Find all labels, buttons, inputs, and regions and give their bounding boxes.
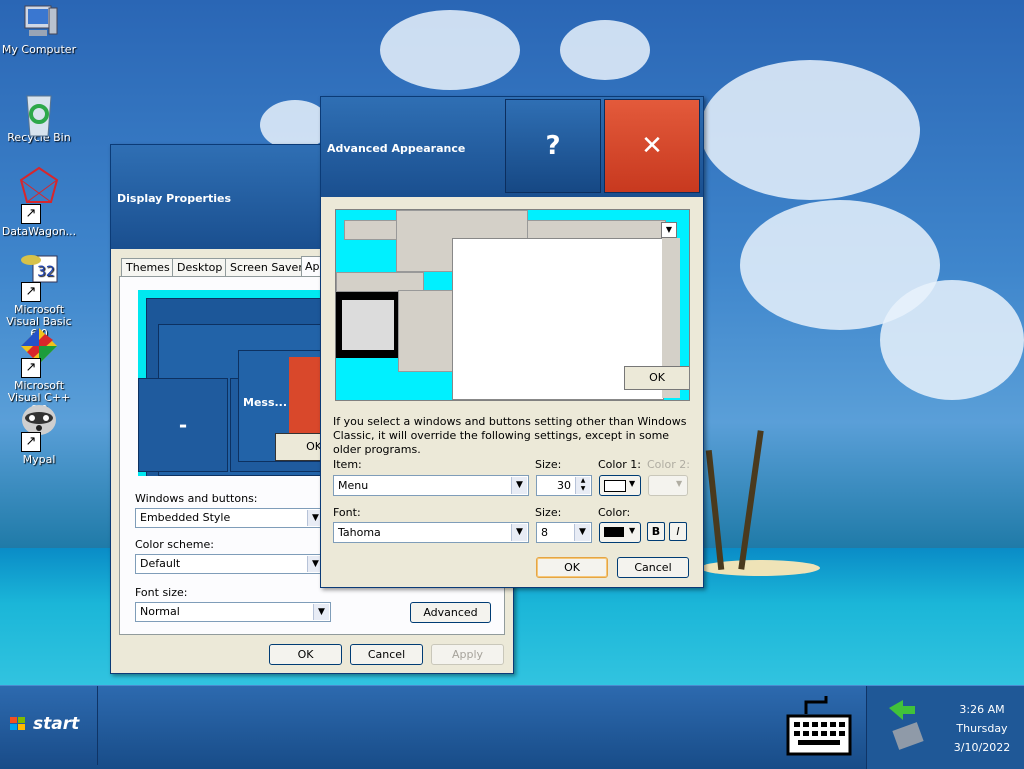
desktop-icon-datawagon[interactable]: ↗ DataWagon... (0, 166, 78, 238)
dialog-title: Advanced Appearance (327, 142, 466, 155)
advanced-appearance-dialog[interactable]: Advanced Appearance ? ✕ ▼ OK If you sele… (320, 96, 704, 588)
clock[interactable]: 3:26 AM Thursday 3/10/2022 (947, 700, 1017, 757)
desktop-icon-recycle-bin[interactable]: Recycle Bin (0, 90, 78, 144)
keyboard-icon[interactable] (786, 694, 852, 758)
chevron-down-icon: ▼ (313, 604, 329, 620)
color2-label: Color 2: (647, 458, 690, 471)
datawagon-icon: ↗ (19, 166, 59, 224)
color-swatch (604, 527, 624, 537)
color-swatch (604, 480, 626, 492)
close-icon: ✕ (641, 131, 663, 161)
shortcut-arrow-icon: ↗ (21, 282, 41, 302)
bold-button[interactable]: B (647, 522, 665, 541)
shortcut-arrow-icon: ↗ (21, 358, 41, 378)
preview-minimize-button: - (138, 378, 228, 472)
ok-button[interactable]: OK (269, 644, 342, 665)
help-icon: ? (545, 131, 561, 161)
computer-icon (19, 2, 59, 42)
desktop-icon-mypal[interactable]: ↗ Mypal (0, 400, 78, 466)
appearance-preview: - Mess... OK (138, 290, 343, 476)
clock-date: 3/10/2022 (953, 741, 1011, 754)
tab-screen-saver[interactable]: Screen Saver (225, 258, 308, 276)
preview-scroll-arrow: ▼ (661, 222, 677, 238)
italic-button[interactable]: I (669, 522, 687, 541)
start-label: start (33, 714, 80, 734)
info-text: If you select a windows and buttons sett… (333, 415, 687, 456)
desktop-icon-label: DataWagon... (1, 225, 77, 238)
windows-and-buttons-select[interactable]: Embedded Style ▼ (135, 508, 325, 528)
color1-label: Color 1: (598, 458, 641, 471)
advanced-button[interactable]: Advanced (410, 602, 491, 623)
tab-label: Screen Saver (230, 261, 303, 274)
item-size-spinner[interactable]: 30 ▲ ▼ (536, 475, 592, 496)
font-size-label: Size: (535, 506, 562, 519)
taskbar: start 3:26 AM Thursday 3/10/2022 (0, 685, 1024, 769)
visual-basic-icon: 32 ↗ (19, 250, 59, 302)
color2-picker[interactable]: ▼ (648, 475, 688, 496)
tab-themes[interactable]: Themes (121, 258, 175, 276)
chevron-down-icon: ▼ (629, 526, 636, 535)
tab-label: Themes (126, 261, 170, 274)
font-size-select[interactable]: 8 ▼ (536, 522, 592, 543)
item-select[interactable]: Menu ▼ (333, 475, 529, 496)
apply-button[interactable]: Apply (431, 644, 504, 665)
font-label: Font: (333, 506, 361, 519)
font-size-label: Font size: (135, 586, 188, 599)
cancel-button[interactable]: Cancel (617, 557, 689, 578)
desktop-icon-label: My Computer (1, 43, 77, 56)
preview-ok-button: OK (624, 366, 689, 390)
desktop-icon-label: Mypal (22, 453, 56, 466)
mypal-icon: ↗ (19, 400, 59, 452)
chevron-down-icon: ▼ (511, 477, 527, 494)
shortcut-arrow-icon: ↗ (21, 432, 41, 452)
desktop-icon-my-computer[interactable]: My Computer (0, 2, 78, 56)
advanced-preview: ▼ OK (335, 209, 690, 401)
help-button[interactable]: ? (505, 99, 601, 193)
font-size-select[interactable]: Normal ▼ (135, 602, 331, 622)
font-color-label: Color: (598, 506, 631, 519)
font-select[interactable]: Tahoma ▼ (333, 522, 529, 543)
clock-day: Thursday (956, 722, 1008, 735)
network-icon[interactable] (881, 696, 931, 752)
close-button[interactable]: ✕ (604, 99, 700, 193)
ok-button[interactable]: OK (536, 557, 608, 578)
svg-text:32: 32 (37, 264, 55, 280)
chevron-down-icon: ▼ (511, 524, 527, 541)
clock-time: 3:26 AM (959, 703, 1005, 716)
item-size-label: Size: (535, 458, 562, 471)
cancel-button[interactable]: Cancel (350, 644, 423, 665)
start-button[interactable]: start (0, 686, 98, 765)
tab-label: Desktop (177, 261, 223, 274)
tab-desktop[interactable]: Desktop (172, 258, 228, 276)
item-label: Item: (333, 458, 362, 471)
font-color-picker[interactable]: ▼ (599, 522, 641, 543)
windows-logo-icon (10, 716, 26, 730)
recycle-bin-icon (19, 90, 59, 137)
advanced-appearance-titlebar[interactable]: Advanced Appearance ? ✕ (321, 97, 703, 197)
chevron-down-icon: ▼ (676, 479, 683, 488)
chevron-down-icon: ▼ (629, 479, 636, 488)
visual-cpp-icon: ↗ (19, 326, 59, 378)
color1-picker[interactable]: ▼ (599, 475, 641, 496)
window-title: Display Properties (117, 192, 232, 205)
color-scheme-select[interactable]: Default ▼ (135, 554, 325, 574)
windows-and-buttons-label: Windows and buttons: (135, 492, 258, 505)
tab-label: Ap (305, 260, 320, 273)
system-tray: 3:26 AM Thursday 3/10/2022 (866, 686, 1024, 769)
chevron-down-icon: ▼ (574, 524, 590, 541)
shortcut-arrow-icon: ↗ (21, 204, 41, 224)
spinner-arrows-icon[interactable]: ▲ ▼ (575, 477, 590, 494)
color-scheme-label: Color scheme: (135, 538, 214, 551)
